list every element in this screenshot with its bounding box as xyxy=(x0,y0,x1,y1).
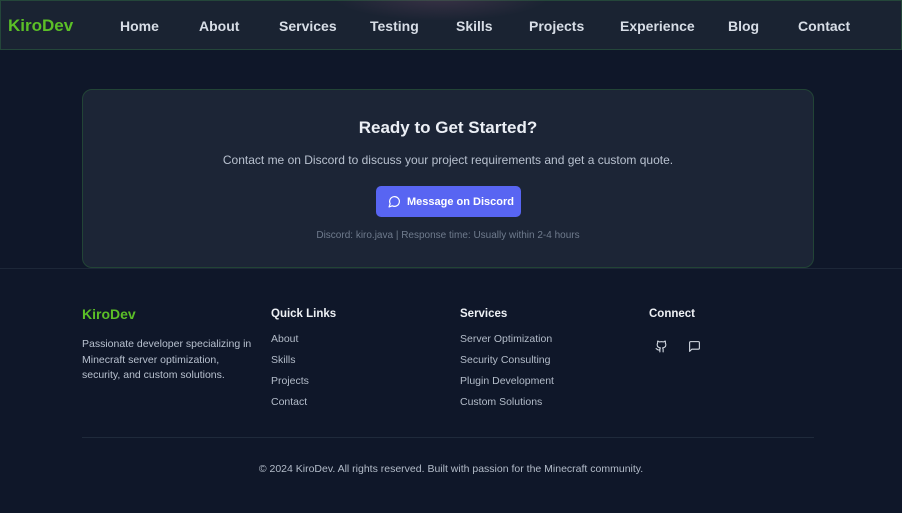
nav-link-contact[interactable]: Contact xyxy=(798,18,850,34)
nav-links: Home About Services Testing Skills Proje… xyxy=(1,1,901,51)
footer-service-custom-solutions[interactable]: Custom Solutions xyxy=(460,395,554,416)
footer-top-divider xyxy=(0,268,902,269)
message-square-icon[interactable] xyxy=(688,340,701,353)
footer-service-server-optimization[interactable]: Server Optimization xyxy=(460,332,554,353)
nav-link-projects[interactable]: Projects xyxy=(529,18,584,34)
footer-brand-column: KiroDev Passionate developer specializin… xyxy=(82,306,252,384)
nav-link-skills[interactable]: Skills xyxy=(456,18,493,34)
footer-brand: KiroDev xyxy=(82,306,136,322)
connect-heading: Connect xyxy=(649,308,695,320)
quick-links-list: About Skills Projects Contact xyxy=(271,332,336,416)
footer-link-skills[interactable]: Skills xyxy=(271,353,336,374)
nav-link-testing[interactable]: Testing xyxy=(370,18,419,34)
discord-button-label: Message on Discord xyxy=(407,195,514,208)
top-navbar: KiroDev Home About Services Testing Skil… xyxy=(0,0,902,50)
quick-links-heading: Quick Links xyxy=(271,308,337,320)
nav-link-experience[interactable]: Experience xyxy=(620,18,695,34)
services-heading: Services xyxy=(460,308,508,320)
social-links xyxy=(655,340,701,353)
footer-bottom-divider xyxy=(82,437,814,438)
discord-contact-meta: Discord: kiro.java | Response time: Usua… xyxy=(316,230,580,241)
nav-link-about[interactable]: About xyxy=(199,18,239,34)
footer-link-about[interactable]: About xyxy=(271,332,336,353)
footer-services-column: Services Server Optimization Security Co… xyxy=(460,306,554,416)
message-on-discord-button[interactable]: Message on Discord xyxy=(376,186,521,217)
copyright-text: © 2024 KiroDev. All rights reserved. Bui… xyxy=(258,463,644,475)
footer-service-security-consulting[interactable]: Security Consulting xyxy=(460,353,554,374)
services-list: Server Optimization Security Consulting … xyxy=(460,332,554,416)
message-circle-icon xyxy=(388,195,401,208)
footer-service-plugin-development[interactable]: Plugin Development xyxy=(460,374,554,395)
nav-link-services[interactable]: Services xyxy=(279,18,337,34)
footer-link-contact[interactable]: Contact xyxy=(271,395,336,416)
cta-description: Contact me on Discord to discuss your pr… xyxy=(222,153,674,167)
cta-card: Ready to Get Started? Contact me on Disc… xyxy=(82,89,814,268)
footer-connect-column: Connect xyxy=(649,306,700,353)
nav-link-blog[interactable]: Blog xyxy=(728,18,759,34)
footer-quick-links-column: Quick Links About Skills Projects Contac… xyxy=(271,306,336,416)
footer-link-projects[interactable]: Projects xyxy=(271,374,336,395)
footer-description: Passionate developer specializing in Min… xyxy=(82,338,252,381)
github-icon[interactable] xyxy=(655,340,668,353)
cta-title: Ready to Get Started? xyxy=(358,118,538,137)
nav-link-home[interactable]: Home xyxy=(120,18,159,34)
